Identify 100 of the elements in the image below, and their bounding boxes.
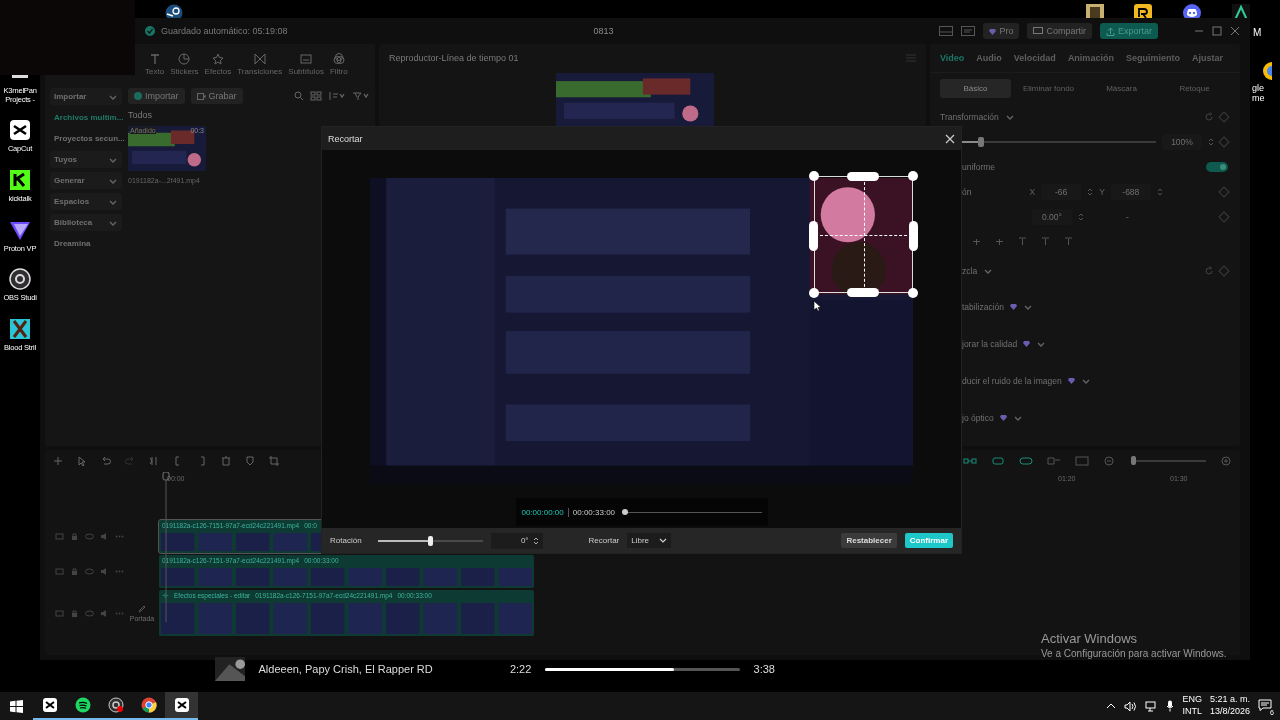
zoom-in-icon[interactable] (1220, 456, 1232, 466)
flip-field[interactable]: - (1126, 211, 1129, 222)
y-field[interactable]: -688 (1110, 183, 1151, 200)
pro-button[interactable]: Pro (983, 23, 1020, 39)
align-icon[interactable] (1041, 237, 1050, 246)
share-button[interactable]: Compartir (1027, 23, 1092, 39)
speaker-icon[interactable] (100, 608, 109, 618)
sidebar-item[interactable]: Importar (50, 88, 122, 105)
rotation-field[interactable]: 0.00° (1032, 208, 1072, 225)
search-icon[interactable] (294, 91, 304, 101)
taskbar-app[interactable] (165, 692, 198, 720)
stepper-icon[interactable] (1078, 211, 1084, 222)
toolbar-button[interactable]: Filtro (329, 53, 348, 76)
align-icon[interactable] (972, 237, 981, 246)
filter-icon[interactable] (352, 91, 370, 101)
sidebar-item[interactable]: Archivos multim... (50, 109, 122, 126)
toolbar-button[interactable]: Stickers (170, 53, 199, 76)
sidebar-item[interactable]: Dreamina (50, 235, 122, 252)
icon-label[interactable]: gle me (1252, 83, 1278, 104)
reset-button[interactable]: Restablecer (841, 533, 897, 548)
inspector-tab[interactable]: Audio (976, 53, 1002, 63)
track-icon[interactable] (55, 532, 64, 541)
slider-thumb[interactable] (978, 136, 985, 147)
redo-icon[interactable] (125, 456, 135, 466)
align-icon[interactable] (1064, 237, 1073, 246)
cursor-icon[interactable] (77, 456, 87, 466)
slider-thumb[interactable] (1131, 456, 1137, 465)
subtab[interactable]: Retoque (1159, 79, 1230, 98)
sidebar-item[interactable]: Espacios (50, 193, 122, 210)
close-icon[interactable] (1230, 26, 1240, 36)
volume-icon[interactable] (1124, 700, 1138, 712)
eye-icon[interactable] (85, 567, 94, 576)
inspector-tab[interactable]: Velocidad (1013, 53, 1056, 63)
eye-icon[interactable] (85, 532, 94, 541)
lock-icon[interactable] (70, 532, 79, 541)
slider-fill[interactable] (377, 539, 431, 542)
speaker-icon[interactable] (100, 532, 109, 541)
icon-label[interactable]: M (1253, 27, 1262, 38)
inspector-tab[interactable]: Seguimiento (1125, 53, 1180, 63)
close-icon[interactable] (945, 133, 955, 144)
delete-icon[interactable] (221, 456, 231, 466)
subtab[interactable]: Eliminar fondo (1013, 79, 1084, 98)
keyboard-layout[interactable]: INTL (1182, 706, 1202, 718)
toolbar-button[interactable]: Efectos (204, 53, 232, 76)
preview-icon[interactable] (1075, 456, 1089, 466)
rotation-field[interactable]: 0° (490, 532, 543, 549)
layout-icon[interactable] (939, 26, 954, 36)
subtab[interactable]: Máscara (1086, 79, 1157, 98)
reset-icon[interactable] (1204, 111, 1214, 122)
maximize-icon[interactable] (1212, 26, 1222, 36)
link-icon[interactable] (963, 456, 977, 466)
clock-date[interactable]: 13/8/2026 (1209, 706, 1250, 718)
align-icon[interactable] (1018, 237, 1027, 246)
obs-icon[interactable] (6, 267, 34, 292)
crop-icon[interactable] (269, 456, 279, 466)
clock-time[interactable]: 5:21 a. m. (1209, 694, 1250, 706)
chevron-up-icon[interactable] (1106, 702, 1117, 710)
add-icon[interactable] (53, 456, 63, 466)
lock-icon[interactable] (70, 567, 79, 576)
toggle-switch[interactable] (1206, 161, 1228, 172)
track-icon[interactable] (55, 567, 64, 576)
sidebar-item[interactable]: Biblioteca (50, 214, 122, 231)
panel-icon[interactable] (961, 26, 976, 36)
inspector-tab[interactable]: Animación (1067, 53, 1114, 63)
split-icon[interactable] (149, 456, 159, 466)
crop-frame[interactable] (809, 171, 919, 299)
shield-icon[interactable] (245, 456, 255, 466)
subtab[interactable]: Básico (940, 79, 1011, 98)
confirm-button[interactable]: Confirmar (904, 533, 953, 548)
ratio-dropdown[interactable]: Libre (627, 533, 672, 548)
language-label[interactable]: ENG (1182, 694, 1202, 706)
sidebar-item[interactable]: Tuyos (50, 151, 122, 168)
scale-value[interactable]: 100% (1162, 133, 1202, 150)
x-field[interactable]: -66 (1041, 183, 1082, 200)
sort-icon[interactable] (328, 91, 346, 101)
pencil-icon[interactable] (138, 604, 146, 613)
speaker-icon[interactable] (100, 567, 109, 576)
stepper-icon[interactable] (1208, 136, 1214, 147)
inspector-tab[interactable]: Ajustar (1191, 53, 1223, 63)
record-button[interactable]: Grabar (190, 88, 243, 104)
lock-icon[interactable] (70, 608, 79, 618)
timeline-scrubber[interactable] (625, 511, 762, 513)
toolbar-button[interactable]: Subtítulos (288, 53, 324, 76)
eye-icon[interactable] (85, 608, 94, 618)
align-icon[interactable] (995, 237, 1004, 246)
zoom-out-icon[interactable] (1103, 456, 1117, 466)
export-button[interactable]: Exportar (1100, 23, 1158, 39)
track-icon[interactable] (55, 608, 64, 618)
sidebar-item[interactable]: Generar (50, 172, 122, 189)
toolbar-button[interactable]: Transiciones (237, 53, 283, 76)
microphone-icon[interactable] (1166, 700, 1175, 712)
network-icon[interactable] (1145, 700, 1159, 712)
split-view-icon[interactable] (1047, 456, 1061, 466)
slider-thumb[interactable] (428, 535, 434, 546)
inspector-tab[interactable]: Video (940, 53, 965, 63)
import-button[interactable]: Importar (128, 88, 185, 104)
stepper-icon[interactable] (1156, 186, 1163, 197)
toolbar-button[interactable]: Texto (145, 53, 165, 76)
stepper-icon[interactable] (1087, 186, 1094, 197)
grid-icon[interactable] (310, 91, 322, 101)
